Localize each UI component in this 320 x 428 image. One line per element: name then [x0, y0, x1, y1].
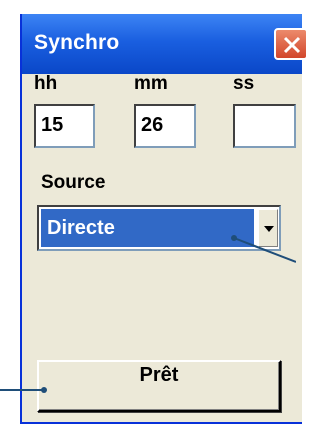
- source-callout-line: [233, 237, 296, 263]
- ready-callout-dot: [41, 387, 47, 393]
- callout-lines: [0, 235, 296, 393]
- source-callout-dot: [231, 235, 237, 241]
